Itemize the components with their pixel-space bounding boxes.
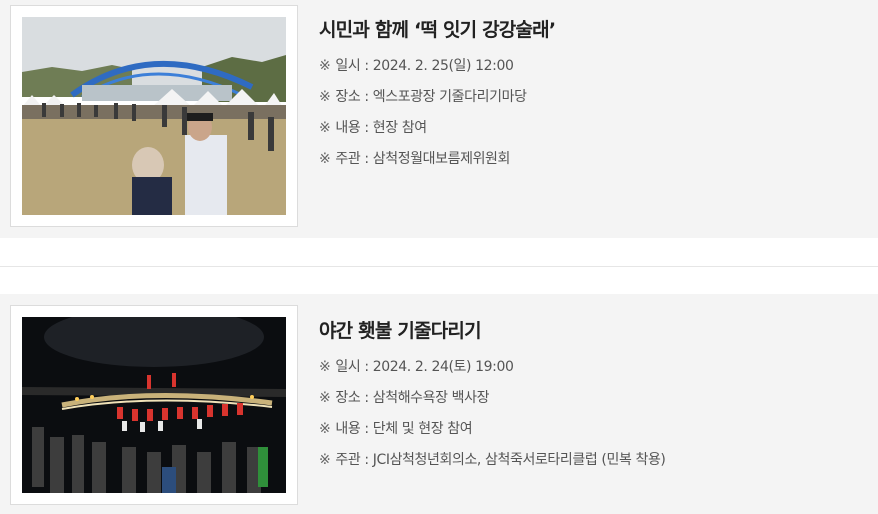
event-photo-frame[interactable] [10, 305, 298, 505]
row-label: 주관 [335, 151, 361, 167]
event-card-1: 시민과 함께 ‘떡 잇기 강강술래’ ※ 일시 : 2024. 2. 25(일) … [0, 0, 878, 238]
row-value: 2024. 2. 24(토) 19:00 [372, 359, 514, 375]
row-value: 2024. 2. 25(일) 12:00 [372, 58, 514, 74]
row-separator: : [360, 58, 373, 74]
row-label: 일시 [335, 359, 361, 375]
row-value: JCI삼척청년회의소, 삼척죽서로타리클럽 (민복 착용) [372, 452, 666, 468]
event-card-2: 야간 횃불 기줄다리기 ※ 일시 : 2024. 2. 24(토) 19:00 ※… [0, 294, 878, 514]
event-info: 야간 횃불 기줄다리기 ※ 일시 : 2024. 2. 24(토) 19:00 ※… [319, 317, 666, 481]
event-place-row: ※ 장소 : 삼척해수욕장 백사장 [319, 388, 666, 419]
row-separator: : [360, 452, 373, 468]
event-date-row: ※ 일시 : 2024. 2. 25(일) 12:00 [319, 56, 555, 87]
row-label: 일시 [335, 58, 361, 74]
event-content-row: ※ 내용 : 현장 참여 [319, 118, 555, 149]
reference-mark-icon: ※ [319, 151, 331, 167]
event-info: 시민과 함께 ‘떡 잇기 강강술래’ ※ 일시 : 2024. 2. 25(일) … [319, 16, 556, 180]
row-separator: : [360, 421, 373, 437]
reference-mark-icon: ※ [319, 452, 331, 468]
reference-mark-icon: ※ [319, 421, 331, 437]
row-separator: : [360, 120, 373, 136]
reference-mark-icon: ※ [319, 359, 331, 375]
event-place-row: ※ 장소 : 엑스포광장 기줄다리기마당 [319, 87, 555, 118]
row-separator: : [360, 151, 373, 167]
row-separator: : [360, 359, 373, 375]
row-label: 주관 [335, 452, 361, 468]
reference-mark-icon: ※ [319, 58, 331, 74]
event-organizer-row: ※ 주관 : 삼척정월대보름제위원회 [319, 149, 555, 180]
event-organizer-row: ※ 주관 : JCI삼척청년회의소, 삼척죽서로타리클럽 (민복 착용) [319, 450, 666, 481]
event-photo-frame[interactable] [10, 5, 298, 227]
event-title[interactable]: 시민과 함께 ‘떡 잇기 강강술래’ [319, 16, 556, 44]
event-title[interactable]: 야간 횃불 기줄다리기 [319, 317, 666, 345]
row-value: 삼척해수욕장 백사장 [372, 390, 490, 406]
reference-mark-icon: ※ [319, 89, 331, 105]
event-photo-daytime-festival[interactable] [22, 17, 286, 215]
row-label: 내용 [335, 120, 361, 136]
row-value: 현장 참여 [372, 120, 427, 136]
row-value: 엑스포광장 기줄다리기마당 [372, 89, 527, 105]
reference-mark-icon: ※ [319, 120, 331, 136]
section-divider [0, 266, 878, 267]
row-value: 삼척정월대보름제위원회 [372, 151, 511, 167]
row-label: 장소 [335, 390, 361, 406]
event-content-row: ※ 내용 : 단체 및 현장 참여 [319, 419, 666, 450]
row-label: 장소 [335, 89, 361, 105]
row-separator: : [360, 390, 373, 406]
row-label: 내용 [335, 421, 361, 437]
row-value: 단체 및 현장 참여 [372, 421, 473, 437]
row-separator: : [360, 89, 373, 105]
reference-mark-icon: ※ [319, 390, 331, 406]
event-photo-night-torch[interactable] [22, 317, 286, 493]
event-date-row: ※ 일시 : 2024. 2. 24(토) 19:00 [319, 357, 666, 388]
